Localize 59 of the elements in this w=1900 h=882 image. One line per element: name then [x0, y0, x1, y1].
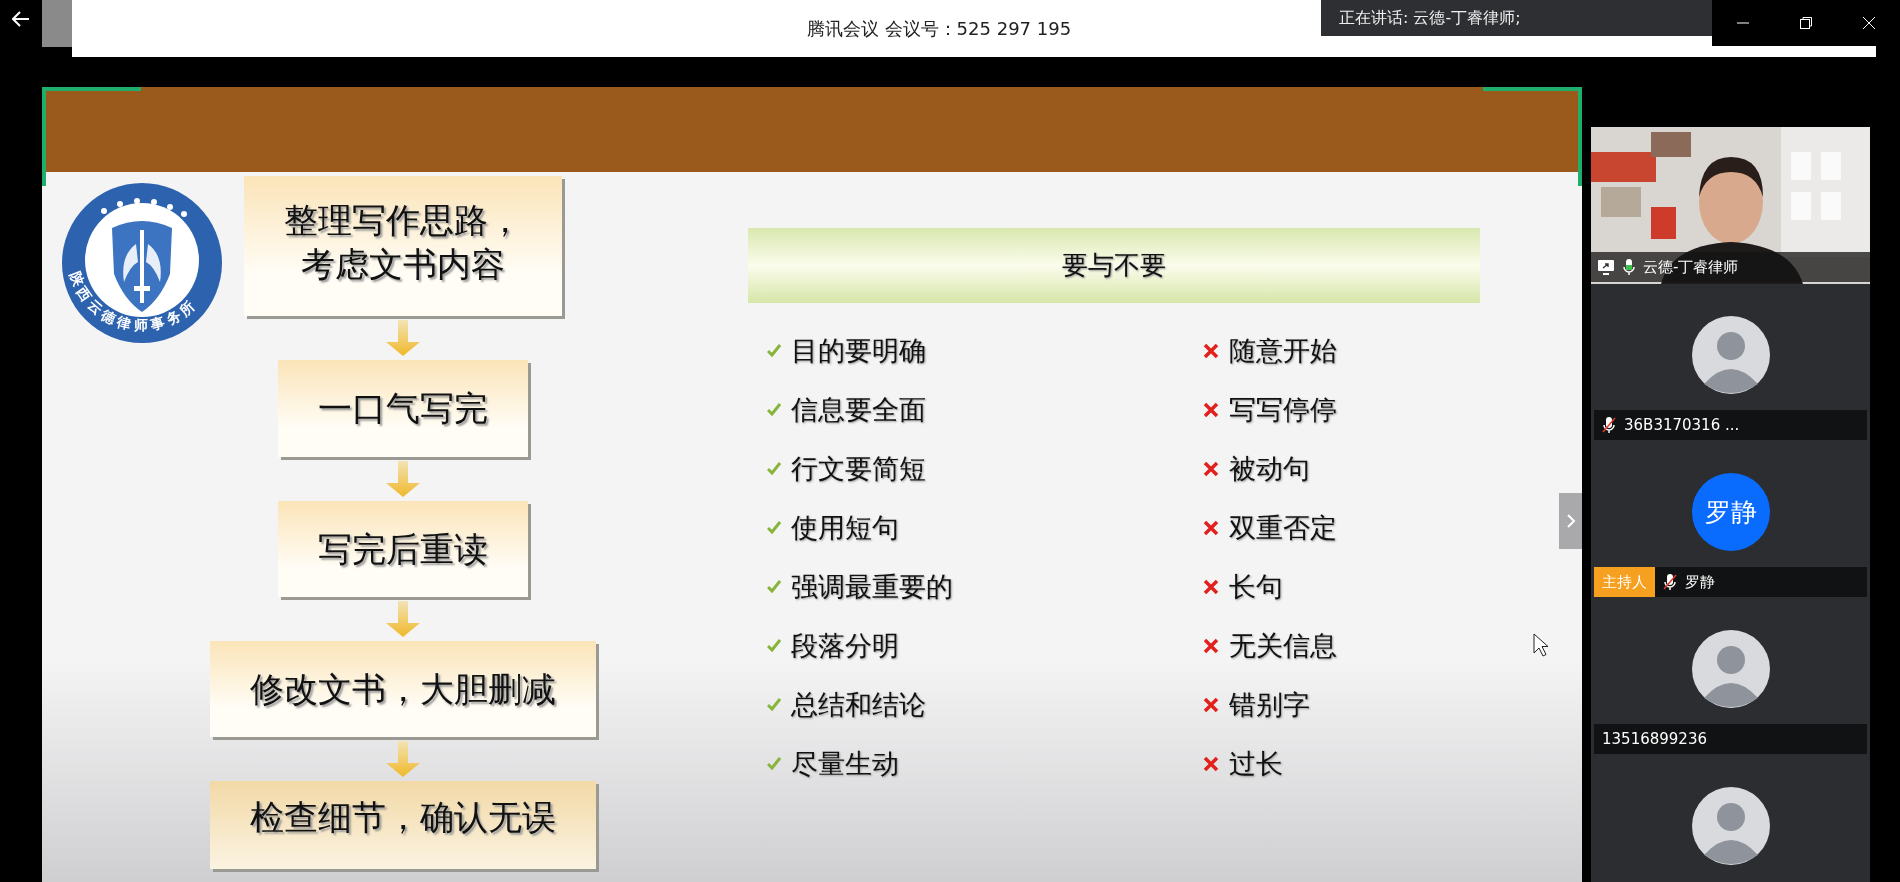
- cross-icon: [1203, 637, 1219, 654]
- dont-item: 错别字: [1229, 687, 1310, 722]
- avatar-initials: 罗静: [1691, 473, 1770, 551]
- down-arrow-icon: [386, 460, 420, 497]
- dont-item: 双重否定: [1229, 510, 1337, 545]
- check-icon: [767, 638, 781, 653]
- cross-icon: [1203, 755, 1219, 772]
- flow-step-text: 考虑文书内容: [301, 243, 505, 287]
- cross-icon: [1203, 519, 1219, 536]
- chevron-right-icon: [1565, 513, 1576, 529]
- do-item: 总结和结论: [791, 687, 926, 722]
- dont-item: 被动句: [1229, 451, 1310, 486]
- window-title: 腾讯会议 会议号：525 297 195: [806, 16, 1072, 41]
- do-item: 尽量生动: [791, 746, 899, 781]
- banner-title: 要与不要: [1062, 249, 1166, 282]
- check-icon: [767, 579, 781, 594]
- back-arrow-icon: [12, 11, 30, 27]
- dont-item: 随意开始: [1229, 333, 1337, 368]
- cross-icon: [1203, 342, 1219, 359]
- check-icon: [767, 756, 781, 771]
- do-item: 强调最重要的: [791, 569, 953, 604]
- flow-step-text: 整理写作思路，: [284, 199, 522, 242]
- screen-share-icon: [1597, 259, 1615, 275]
- participant-name: 云德-丁睿律师: [1643, 257, 1739, 277]
- flow-step-text: 修改文书，大胆删减: [250, 667, 556, 711]
- down-arrow-icon: [386, 740, 420, 777]
- check-icon: [767, 402, 781, 417]
- cursor-icon: [1533, 633, 1549, 657]
- flow-step-text: 写完后重读: [318, 527, 488, 571]
- cross-icon: [1203, 696, 1219, 713]
- check-icon: [767, 697, 781, 712]
- do-item: 目的要明确: [791, 333, 926, 368]
- participant-name: 36B3170316 ...: [1624, 416, 1740, 434]
- participant-name: 罗静: [1685, 572, 1715, 592]
- dont-item: 过长: [1229, 746, 1283, 781]
- flow-step-text: 一口气写完: [318, 387, 488, 431]
- logo-text: 陕西云德律师事务所: [66, 269, 201, 334]
- flow-step-text: 检查细节，确认无误: [250, 795, 556, 839]
- do-item: 行文要简短: [791, 451, 926, 486]
- host-badge: 主持人: [1594, 567, 1655, 597]
- check-icon: [767, 343, 781, 358]
- dont-item: 无关信息: [1229, 628, 1337, 663]
- check-icon: [767, 520, 781, 535]
- dont-item: 长句: [1229, 569, 1283, 604]
- close-icon: [1861, 16, 1876, 30]
- cross-icon: [1203, 460, 1219, 477]
- do-item: 使用短句: [791, 510, 899, 545]
- restore-icon: [1799, 16, 1813, 30]
- do-item: 段落分明: [791, 628, 899, 663]
- speaking-text: 正在讲话: 云德-丁睿律师;: [1339, 7, 1521, 29]
- do-item: 信息要全面: [791, 392, 926, 427]
- cross-icon: [1203, 401, 1219, 418]
- down-arrow-icon: [386, 600, 420, 637]
- check-icon: [767, 461, 781, 476]
- participant-name: 13516899236: [1602, 730, 1707, 748]
- down-arrow-icon: [386, 320, 420, 357]
- dont-item: 写写停停: [1229, 392, 1337, 427]
- cross-icon: [1203, 578, 1219, 595]
- next-slide-button[interactable]: [1559, 493, 1582, 549]
